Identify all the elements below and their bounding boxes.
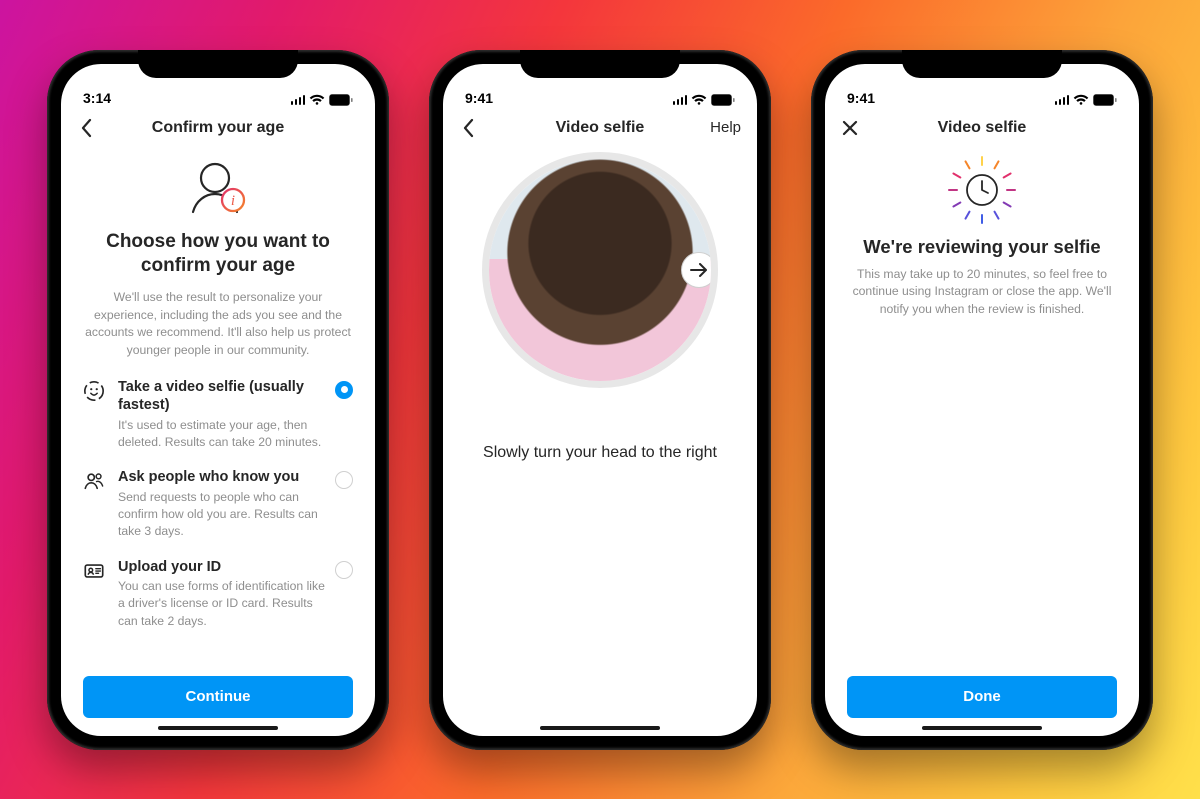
clock-icon — [964, 172, 1000, 208]
status-time: 9:41 — [847, 90, 875, 106]
cellular-icon — [1055, 94, 1070, 105]
review-heading: We're reviewing your selfie — [847, 236, 1117, 258]
direction-arrow-right — [681, 252, 717, 288]
hero-user-info-icon: i — [83, 158, 353, 218]
clock-processing-icon — [847, 158, 1117, 222]
radio-unselected[interactable] — [335, 561, 353, 579]
wifi-icon — [1073, 94, 1089, 106]
phone-2: 9:41 Video selfie Help — [429, 50, 771, 750]
battery-icon — [711, 94, 735, 106]
instruction-text: Slowly turn your head to the right — [465, 444, 735, 462]
arrow-right-icon — [690, 263, 708, 277]
phone-3: 9:41 Video selfie — [811, 50, 1153, 750]
face-scan-icon — [83, 378, 105, 402]
option-upload-id[interactable]: Upload your ID You can use forms of iden… — [83, 558, 353, 630]
cellular-icon — [673, 94, 688, 105]
subheading: We'll use the result to personalize your… — [83, 289, 353, 360]
svg-text:i: i — [231, 193, 235, 209]
nav-title: Confirm your age — [152, 119, 284, 137]
selfie-ring — [482, 152, 718, 388]
device-notch — [902, 50, 1062, 78]
option-desc: It's used to estimate your age, then del… — [118, 417, 329, 451]
phone-1: 3:14 Confirm your age — [47, 50, 389, 750]
device-notch — [138, 50, 298, 78]
option-title: Ask people who know you — [118, 468, 329, 487]
people-icon — [83, 468, 105, 492]
back-button[interactable] — [75, 117, 97, 139]
back-button[interactable] — [457, 117, 479, 139]
content: We're reviewing your selfie This may tak… — [825, 148, 1139, 736]
option-title: Upload your ID — [118, 558, 329, 577]
selfie-preview — [465, 152, 735, 388]
radio-selected[interactable] — [335, 381, 353, 399]
review-desc: This may take up to 20 minutes, so feel … — [847, 266, 1117, 319]
status-time: 3:14 — [83, 90, 111, 106]
home-indicator[interactable] — [540, 726, 660, 730]
cellular-icon — [291, 94, 306, 105]
status-right — [673, 94, 736, 106]
navbar: Video selfie — [825, 108, 1139, 148]
chevron-left-icon — [75, 117, 97, 139]
battery-icon — [329, 94, 353, 106]
option-desc: Send requests to people who can confirm … — [118, 489, 329, 540]
battery-icon — [1093, 94, 1117, 106]
device-notch — [520, 50, 680, 78]
chevron-left-icon — [457, 117, 479, 139]
wifi-icon — [309, 94, 325, 106]
navbar: Confirm your age — [61, 108, 375, 148]
nav-title: Video selfie — [938, 119, 1027, 137]
done-button[interactable]: Done — [847, 676, 1117, 718]
content: Slowly turn your head to the right — [443, 148, 757, 736]
status-right — [1055, 94, 1118, 106]
option-title: Take a video selfie (usually fastest) — [118, 378, 329, 416]
close-icon — [839, 117, 861, 139]
nav-title: Video selfie — [556, 119, 645, 137]
screen-reviewing-selfie: 9:41 Video selfie — [825, 64, 1139, 736]
status-time: 9:41 — [465, 90, 493, 106]
home-indicator[interactable] — [158, 726, 278, 730]
home-indicator[interactable] — [922, 726, 1042, 730]
option-list: Take a video selfie (usually fastest) It… — [83, 378, 353, 630]
continue-button[interactable]: Continue — [83, 676, 353, 718]
option-video-selfie[interactable]: Take a video selfie (usually fastest) It… — [83, 378, 353, 452]
heading: Choose how you want to confirm your age — [83, 230, 353, 279]
selfie-image-placeholder — [489, 159, 711, 381]
content: i Choose how you want to confirm your ag… — [61, 148, 375, 736]
close-button[interactable] — [839, 117, 861, 139]
status-right — [291, 94, 354, 106]
id-card-icon — [83, 558, 105, 582]
option-ask-people[interactable]: Ask people who know you Send requests to… — [83, 468, 353, 540]
screen-confirm-age: 3:14 Confirm your age — [61, 64, 375, 736]
screen-video-selfie-capture: 9:41 Video selfie Help — [443, 64, 757, 736]
option-desc: You can use forms of identification like… — [118, 578, 329, 629]
wifi-icon — [691, 94, 707, 106]
help-link[interactable]: Help — [710, 119, 741, 136]
radio-unselected[interactable] — [335, 471, 353, 489]
navbar: Video selfie Help — [443, 108, 757, 148]
